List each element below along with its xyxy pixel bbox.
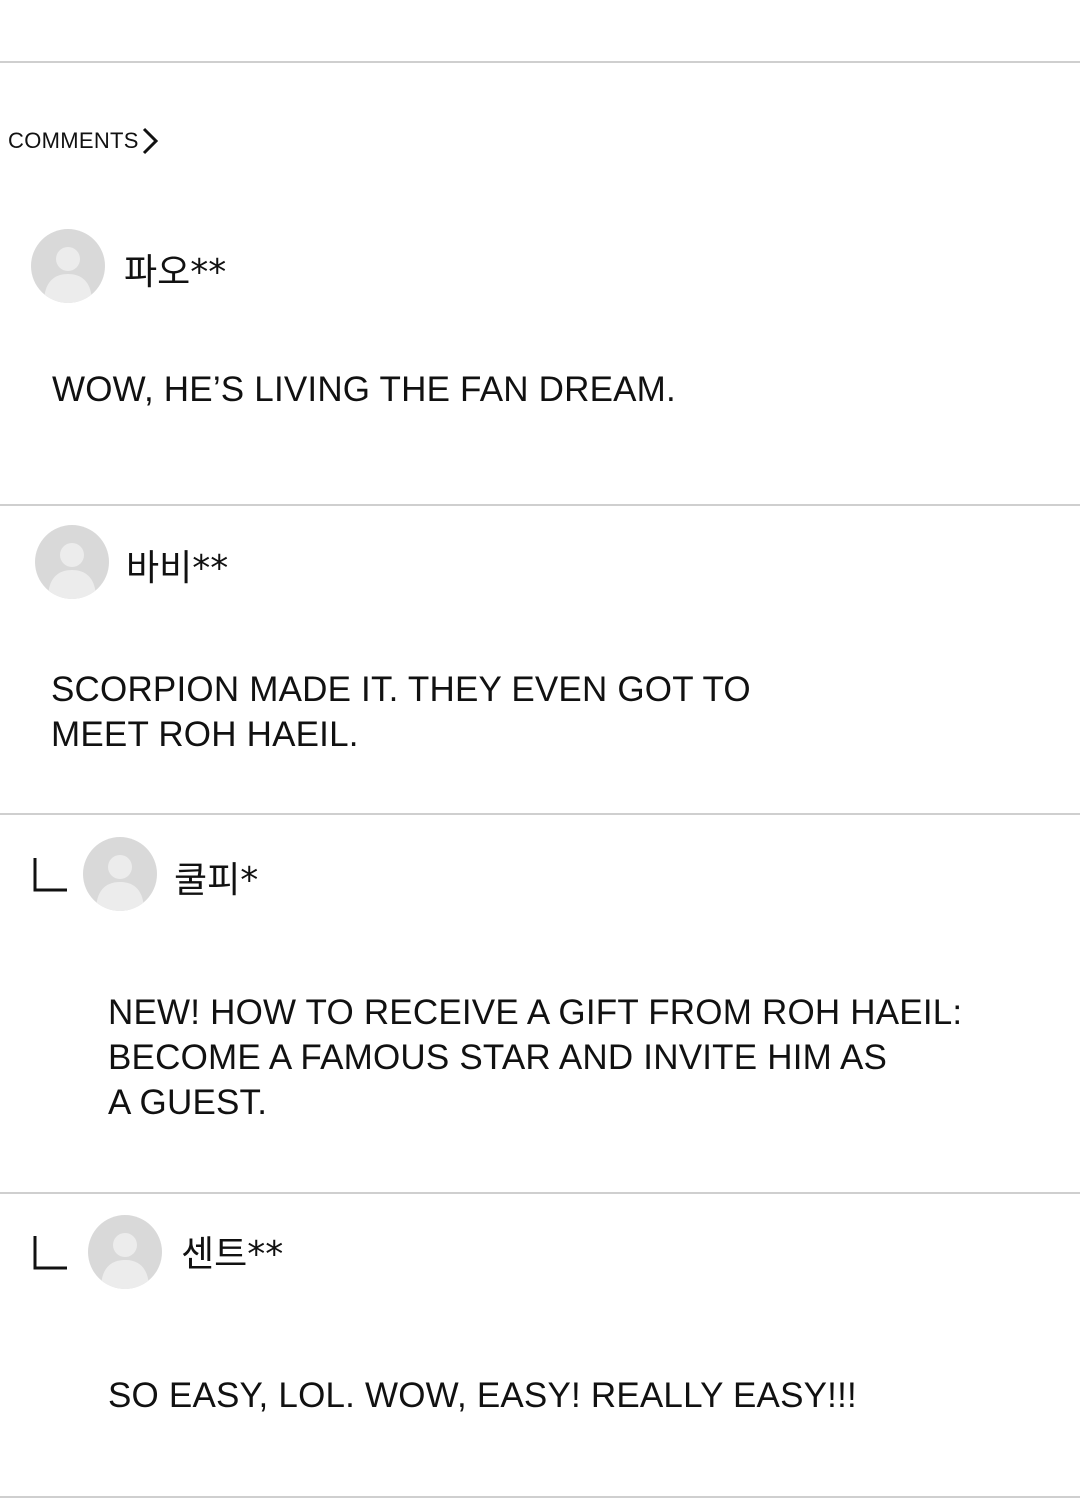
avatar[interactable] xyxy=(83,837,157,911)
user-avatar-icon xyxy=(96,855,144,911)
user-avatar-icon xyxy=(101,1233,149,1289)
comment-username[interactable]: 바비** xyxy=(126,539,228,591)
comment-text: NEW! HOW TO RECEIVE A GIFT FROM ROH HAEI… xyxy=(108,993,963,1122)
comments-header-link[interactable]: COMMENTS xyxy=(8,126,159,156)
reply-corner-icon xyxy=(33,1236,67,1270)
avatar[interactable] xyxy=(88,1215,162,1289)
comment-username[interactable]: 파오** xyxy=(124,243,226,295)
comment-divider xyxy=(0,504,1080,506)
comment-text: SCORPION MADE IT. THEY EVEN GOT TO MEET … xyxy=(51,670,751,754)
comment-divider xyxy=(0,813,1080,815)
avatar[interactable] xyxy=(35,525,109,599)
comment-text: SO EASY, LOL. WOW, EASY! REALLY EASY!!! xyxy=(108,1376,857,1415)
comments-header-label: COMMENTS xyxy=(8,128,139,153)
comment-divider xyxy=(0,1192,1080,1194)
bottom-divider xyxy=(0,1496,1080,1498)
comment-username[interactable]: 쿨피* xyxy=(174,851,258,903)
top-divider xyxy=(0,61,1080,63)
comment-text: WOW, HE’S LIVING THE FAN DREAM. xyxy=(52,370,676,409)
reply-corner-icon xyxy=(33,858,67,892)
user-avatar-icon xyxy=(44,247,92,303)
chevron-right-icon xyxy=(141,126,159,156)
user-avatar-icon xyxy=(48,543,96,599)
avatar[interactable] xyxy=(31,229,105,303)
comment-username[interactable]: 센트** xyxy=(181,1225,283,1277)
